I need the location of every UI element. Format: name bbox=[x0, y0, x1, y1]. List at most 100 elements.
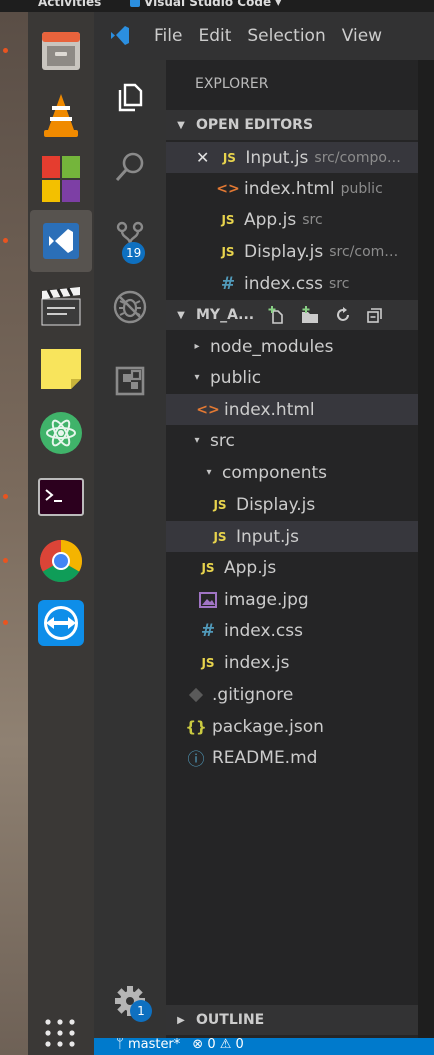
tree-file-app-js[interactable]: JS App.js bbox=[166, 552, 418, 583]
dock-chrome[interactable] bbox=[3, 530, 92, 592]
js-file-icon: JS bbox=[222, 150, 236, 165]
tree-file-display-js[interactable]: JS Display.js bbox=[166, 489, 418, 520]
teamviewer-icon bbox=[38, 600, 84, 646]
tree-label: App.js bbox=[224, 557, 277, 578]
search-activity[interactable] bbox=[94, 136, 166, 198]
extensions-activity[interactable] bbox=[94, 350, 166, 412]
outline-header[interactable]: ▶ OUTLINE bbox=[166, 1005, 418, 1035]
dock-software[interactable] bbox=[30, 148, 92, 210]
tree-folder-src[interactable]: ▾ src bbox=[166, 425, 418, 456]
editor-area[interactable] bbox=[418, 60, 434, 1038]
desktop-background bbox=[0, 12, 28, 1055]
js-file-icon: JS bbox=[213, 497, 227, 512]
open-editor-path: src/com… bbox=[329, 243, 399, 260]
vscode-icon bbox=[43, 223, 79, 259]
tree-file-input-js[interactable]: JS Input.js bbox=[166, 521, 418, 552]
open-editor-item[interactable]: <> index.html public bbox=[166, 173, 418, 204]
collapse-all-icon[interactable] bbox=[366, 306, 384, 324]
files-icon bbox=[42, 32, 80, 70]
chrome-icon bbox=[39, 540, 83, 583]
tree-file-image-jpg[interactable]: image.jpg bbox=[166, 584, 418, 615]
close-editor-icon[interactable]: ✕ bbox=[196, 148, 209, 167]
grid-icon bbox=[45, 1019, 75, 1047]
tree-file-package-json[interactable]: {} package.json bbox=[166, 711, 418, 742]
debug-icon bbox=[113, 290, 147, 324]
tree-folder-components[interactable]: ▾ components bbox=[166, 457, 418, 488]
dock-files[interactable] bbox=[3, 20, 92, 82]
json-file-icon: {} bbox=[185, 717, 207, 736]
js-file-icon: JS bbox=[213, 529, 227, 544]
running-indicator bbox=[3, 494, 8, 499]
manage-activity[interactable]: 1 bbox=[94, 970, 166, 1032]
menu-view[interactable]: View bbox=[334, 26, 390, 46]
activities-button[interactable]: Activities bbox=[38, 0, 101, 9]
chevron-down-icon: ▾ bbox=[194, 435, 200, 446]
search-icon bbox=[115, 152, 144, 182]
tree-label: index.css bbox=[224, 620, 303, 641]
menu-file[interactable]: File bbox=[146, 26, 190, 46]
video-editor-icon bbox=[41, 287, 81, 326]
refresh-icon[interactable] bbox=[334, 306, 352, 324]
dock-teamviewer[interactable] bbox=[3, 592, 92, 654]
dock-sticky-notes[interactable] bbox=[30, 338, 92, 400]
tree-folder-public[interactable]: ▾ public bbox=[166, 362, 418, 393]
dock-atom[interactable] bbox=[30, 402, 92, 464]
show-applications-button[interactable] bbox=[42, 1014, 78, 1050]
tree-file-readme[interactable]: ⓘ README.md bbox=[166, 742, 418, 773]
git-file-icon bbox=[186, 687, 206, 703]
js-file-icon: JS bbox=[201, 655, 215, 670]
info-icon: ⓘ bbox=[187, 750, 205, 770]
css-file-icon: # bbox=[220, 273, 236, 294]
running-indicator bbox=[3, 620, 8, 625]
git-branch-icon: ᛘ bbox=[116, 1038, 128, 1052]
tree-file-gitignore[interactable]: .gitignore bbox=[166, 679, 418, 710]
app-menu[interactable]: Visual Studio Code ▾ bbox=[130, 0, 281, 9]
tree-file-index-js[interactable]: JS index.js bbox=[166, 647, 418, 678]
tree-file-index-html[interactable]: <> index.html bbox=[166, 394, 418, 425]
error-count: 0 bbox=[207, 1038, 216, 1052]
ubuntu-dock bbox=[3, 12, 94, 1055]
html-file-icon: <> bbox=[196, 401, 220, 418]
open-editors-header[interactable]: ▼ OPEN EDITORS bbox=[166, 110, 418, 140]
running-indicator bbox=[3, 48, 8, 53]
tree-label: Display.js bbox=[236, 494, 316, 515]
open-editor-name: index.html bbox=[244, 178, 335, 199]
debug-activity[interactable] bbox=[94, 276, 166, 338]
dock-video-editor[interactable] bbox=[30, 276, 92, 338]
tree-file-index-css[interactable]: # index.css bbox=[166, 615, 418, 646]
tree-label: README.md bbox=[212, 747, 318, 768]
project-folder-label: MY_A... bbox=[196, 307, 255, 323]
extensions-icon bbox=[115, 366, 145, 396]
status-bar: ᛘ master* ⊗ 0 ⚠ 0 bbox=[94, 1038, 434, 1055]
tree-label: .gitignore bbox=[212, 684, 294, 705]
open-editor-path: src bbox=[328, 275, 350, 292]
tree-label: Input.js bbox=[236, 526, 300, 547]
new-file-icon[interactable] bbox=[268, 306, 286, 324]
open-editor-item[interactable]: # index.css src bbox=[166, 268, 418, 299]
error-icon: ⊗ bbox=[192, 1038, 208, 1052]
project-folder-header[interactable]: ▼ MY_A... bbox=[166, 300, 418, 330]
dock-terminal[interactable] bbox=[3, 466, 92, 528]
chevron-down-icon: ▼ bbox=[177, 119, 185, 131]
open-editor-item[interactable]: JS App.js src bbox=[166, 204, 418, 235]
menu-edit[interactable]: Edit bbox=[190, 26, 239, 46]
explorer-activity[interactable] bbox=[94, 66, 166, 128]
open-editor-path: src bbox=[302, 211, 323, 228]
dock-vlc[interactable] bbox=[30, 84, 92, 146]
vscode-logo-icon bbox=[111, 26, 129, 45]
dock-vscode[interactable] bbox=[3, 210, 92, 272]
js-file-icon: JS bbox=[221, 244, 235, 259]
running-indicator bbox=[3, 558, 8, 563]
outline-label: OUTLINE bbox=[196, 1012, 265, 1028]
menu-selection[interactable]: Selection bbox=[239, 26, 333, 46]
problems-indicator[interactable]: ⊗ 0 ⚠ 0 bbox=[192, 1038, 244, 1052]
branch-indicator[interactable]: ᛘ master* bbox=[116, 1038, 180, 1052]
open-editor-item[interactable]: JS Display.js src/com… bbox=[166, 236, 418, 267]
source-control-activity[interactable]: 19 bbox=[94, 206, 166, 268]
tree-label: image.jpg bbox=[224, 589, 309, 610]
new-folder-icon[interactable] bbox=[300, 306, 320, 324]
open-editor-name: index.css bbox=[244, 273, 323, 294]
tree-folder-node-modules[interactable]: ▸ node_modules bbox=[166, 331, 418, 362]
open-editor-item[interactable]: ✕ JS Input.js src/compo… bbox=[166, 142, 418, 173]
chevron-down-icon: ▼ bbox=[177, 309, 185, 321]
